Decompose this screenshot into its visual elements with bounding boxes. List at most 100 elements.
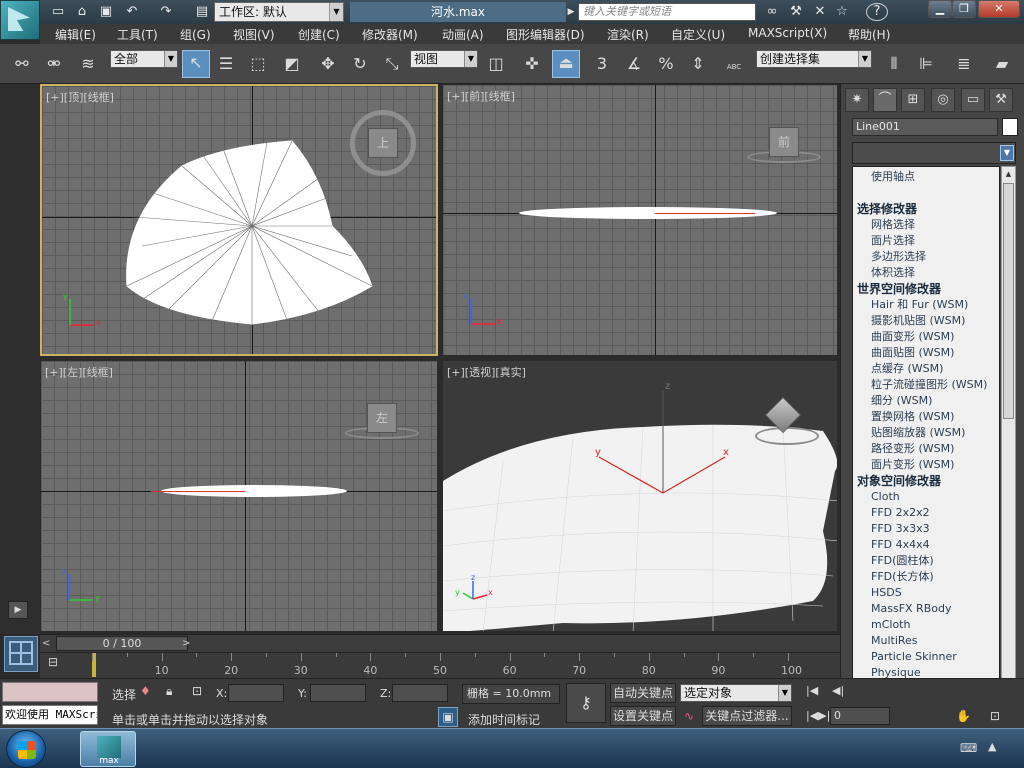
time-prev-icon[interactable]: < (42, 636, 54, 651)
favorites-star-icon[interactable]: ☆ (832, 3, 852, 21)
modifier-list-item[interactable]: MultiRes (853, 633, 999, 649)
taskbar-3dsmax-button[interactable]: max (80, 731, 136, 767)
bind-spacewarp-icon[interactable]: ≋ (76, 52, 100, 76)
modify-tab-icon[interactable]: ⌒ (873, 88, 897, 112)
undo-icon[interactable]: ↶ (122, 3, 142, 21)
modifier-list-item[interactable]: 面片变形 (WSM) (853, 457, 999, 473)
orbit-icon[interactable]: ✋ (956, 709, 971, 723)
percent-snap-icon[interactable]: % (654, 52, 678, 76)
selection-lock-icon[interactable]: 🔒︎ (166, 684, 172, 699)
select-move-icon[interactable]: ✥ (316, 52, 340, 76)
search-input[interactable]: 键入关键字或短语 (578, 3, 756, 21)
menu-modifiers[interactable]: 修改器(M) (362, 26, 418, 43)
menu-animation[interactable]: 动画(A) (442, 26, 484, 43)
select-by-name-icon[interactable]: ☰ (214, 52, 238, 76)
open-file-icon[interactable]: ⌂ (72, 3, 92, 21)
modifier-list-item[interactable]: 路径变形 (WSM) (853, 441, 999, 457)
unlink-icon[interactable]: ⚮ (42, 52, 66, 76)
object-name-field[interactable]: Line001 (852, 118, 998, 136)
key-selection-set-select[interactable]: 选定对象 ▼ (680, 684, 792, 702)
rectangular-selection-icon[interactable]: ⬚ (246, 52, 270, 76)
named-selection-set-select[interactable]: 创建选择集 ▼ (756, 50, 872, 68)
keyboard-shortcut-override-icon[interactable]: ⏏ (552, 50, 580, 78)
tray-expand-icon[interactable]: ▲ (988, 740, 996, 753)
help-icon[interactable]: ? (866, 3, 888, 21)
modifier-list-item[interactable]: 置换网格 (WSM) (853, 409, 999, 425)
modifier-list-item[interactable]: Cloth (853, 489, 999, 505)
menu-edit[interactable]: 编辑(E) (55, 26, 96, 43)
maxscript-listener-output[interactable]: 欢迎使用 MAXScri (2, 705, 98, 725)
window-crossing-icon[interactable]: ◩ (280, 52, 304, 76)
time-slider[interactable]: < 0 / 100 > (40, 634, 840, 652)
modifier-dropdown-list[interactable]: 使用轴点 选择修改器 网格选择 面片选择 多边形选择 体积选择 世界空间修改器 Hair 和 … (852, 166, 1000, 710)
redo-icon[interactable]: ↷ (156, 3, 176, 21)
modifier-list-item[interactable]: mCloth (853, 617, 999, 633)
modifier-list-item[interactable]: Hair 和 Fur (WSM) (853, 297, 999, 313)
selection-filter-select[interactable]: 全部 ▼ (110, 50, 178, 68)
viewport-left[interactable]: [+][左][线框] 左 z y (40, 360, 438, 632)
goto-start-icon[interactable]: |◀ (806, 684, 818, 697)
viewport-front[interactable]: [+][前][线框] 前 z x (442, 84, 838, 356)
app-logo-icon[interactable] (0, 0, 40, 40)
menu-rendering[interactable]: 渲染(R) (607, 26, 649, 43)
link-icon[interactable]: ⚯ (10, 52, 34, 76)
viewcube-left[interactable]: 左 (367, 403, 397, 433)
time-next-icon[interactable]: > (182, 636, 194, 651)
modifier-list-item[interactable]: 细分 (WSM) (853, 393, 999, 409)
object-color-swatch[interactable] (1002, 118, 1018, 136)
save-file-icon[interactable]: ▣ (96, 3, 116, 21)
close-button[interactable]: ✕ (978, 0, 1020, 18)
x-coord-field[interactable] (228, 684, 284, 702)
modifier-list-item[interactable]: 网格选择 (853, 217, 999, 233)
mirror-icon[interactable]: ⫴ (882, 52, 906, 76)
modifier-list-item[interactable]: 粒子流碰撞图形 (WSM) (853, 377, 999, 393)
modifier-list-combo[interactable]: ▼ (852, 142, 1016, 164)
absolute-mode-icon[interactable]: ⊡ (192, 684, 202, 698)
start-button[interactable] (6, 730, 46, 768)
select-rotate-icon[interactable]: ↻ (348, 52, 372, 76)
modifier-list-item[interactable]: HSDS (853, 585, 999, 601)
layer-manager-icon[interactable]: ≣ (952, 52, 976, 76)
modifier-list-item[interactable]: 摄影机贴图 (WSM) (853, 313, 999, 329)
utilities-tab-icon[interactable]: ⚒ (989, 88, 1013, 112)
modifier-list-item[interactable]: FFD(长方体) (853, 569, 999, 585)
modifier-list-item[interactable]: FFD 3x3x3 (853, 521, 999, 537)
prev-frame-icon[interactable]: ◀| (832, 684, 844, 697)
scrollbar-thumb[interactable] (1003, 183, 1014, 419)
menu-graph-editors[interactable]: 图形编辑器(D) (506, 26, 585, 43)
modifier-list-item[interactable]: 曲面贴图 (WSM) (853, 345, 999, 361)
modifier-list-item[interactable]: 多边形选择 (853, 249, 999, 265)
render-setup-icon[interactable]: ▰ (990, 52, 1014, 76)
scroll-up-icon[interactable]: ▲ (1003, 167, 1014, 181)
viewport-top[interactable]: [+][顶][线框] 上 y x (40, 84, 438, 356)
time-slider-thumb[interactable]: 0 / 100 (56, 636, 188, 651)
project-folder-icon[interactable]: ▤ (192, 3, 212, 21)
hierarchy-tab-icon[interactable]: ⊞ (901, 88, 925, 112)
auto-key-button[interactable]: 自动关键点 (610, 683, 676, 703)
new-file-icon[interactable]: ▭ (48, 3, 68, 21)
time-tag-icon[interactable]: ▣ (438, 707, 458, 727)
viewport-layout-button[interactable] (4, 636, 38, 672)
set-key-button[interactable]: 设置关键点 (610, 706, 676, 726)
maxscript-listener-input[interactable] (2, 682, 98, 702)
key-mode-icon[interactable]: |◀▶| (806, 709, 830, 722)
binoculars-icon[interactable]: ∞ (762, 3, 782, 21)
modifier-list-item[interactable]: 体积选择 (853, 265, 999, 281)
viewport-front-label[interactable]: [+][前][线框] (447, 88, 515, 104)
z-coord-field[interactable] (392, 684, 448, 702)
maxscript-expand-icon[interactable]: ▶ (8, 601, 28, 619)
menu-help[interactable]: 帮助(H) (848, 26, 890, 43)
set-key-icon[interactable]: ⚷ (566, 683, 606, 723)
communication-center-icon[interactable]: ⚒ (786, 3, 806, 21)
modifier-list-scrollbar[interactable]: ▲ ▼ (1001, 166, 1016, 710)
isolate-selection-icon[interactable]: ♦ (140, 684, 151, 698)
menu-tools[interactable]: 工具(T) (117, 26, 158, 43)
select-object-icon[interactable]: ↖ (182, 50, 210, 78)
workspace-select[interactable]: 工作区: 默认 ▼ (214, 2, 344, 22)
key-filters-button[interactable]: 关键点过滤器... (702, 706, 792, 726)
modifier-list-item[interactable]: 曲面变形 (WSM) (853, 329, 999, 345)
select-manipulate-icon[interactable]: ✜ (520, 52, 544, 76)
menu-group[interactable]: 组(G) (180, 26, 211, 43)
viewport-perspective[interactable]: [+][透视][真实] y x z z x y (442, 360, 838, 632)
modifier-list-item[interactable]: FFD 4x4x4 (853, 537, 999, 553)
